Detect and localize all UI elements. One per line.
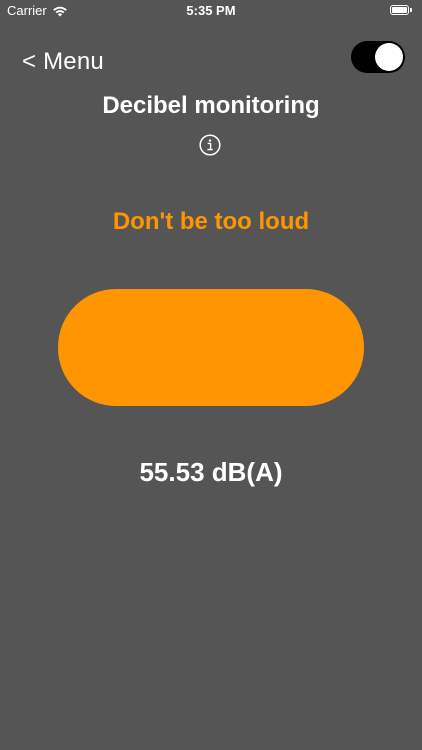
battery-cap [410, 8, 412, 12]
battery-icon [390, 5, 412, 16]
decibel-readout: 55.53 dB(A) [139, 457, 283, 487]
page-title: Decibel monitoring [102, 92, 320, 119]
toggle-knob [375, 43, 403, 71]
battery-fill [392, 7, 407, 13]
info-icon[interactable] [199, 134, 221, 156]
noise-level-indicator [58, 289, 364, 406]
monitoring-toggle[interactable] [351, 41, 405, 73]
menu-back-button[interactable]: < Menu [22, 48, 104, 76]
warning-message: Don't be too loud [112, 208, 310, 235]
battery-body [390, 5, 409, 15]
status-bar: Carrier 5:35 PM [0, 0, 422, 22]
status-time: 5:35 PM [186, 3, 236, 18]
